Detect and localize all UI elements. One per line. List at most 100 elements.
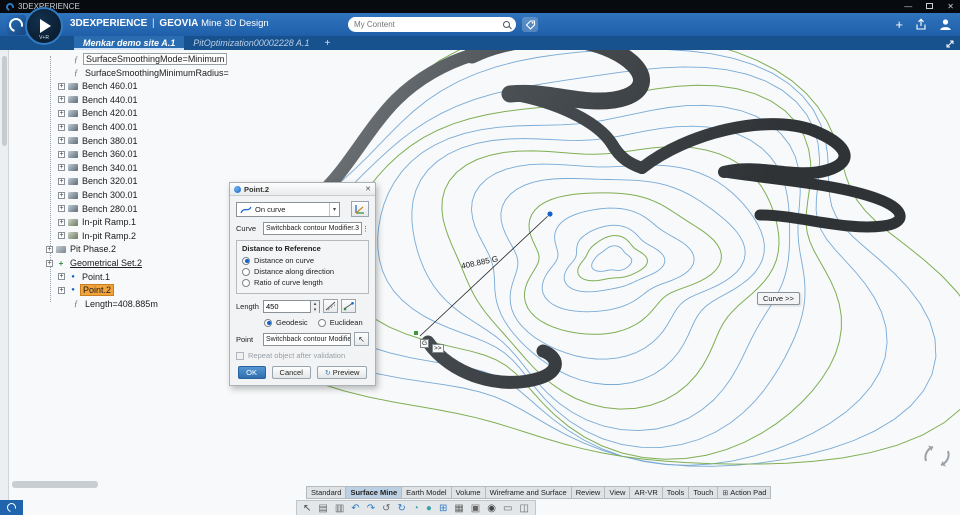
tree-item-surfacesmoothingminimumradius[interactable]: ƒ SurfaceSmoothingMinimumRadius=	[71, 67, 230, 79]
radio-ratio-of-curve-length[interactable]: Ratio of curve length	[242, 278, 363, 287]
expander-icon[interactable]: +	[58, 150, 65, 158]
workshop-tab-ar-vr[interactable]: AR-VR	[629, 486, 662, 499]
length-spinner[interactable]: ▴ ▾	[311, 299, 320, 313]
refresh-icon[interactable]: ↻	[397, 502, 405, 515]
orbit-icon[interactable]: ◔	[413, 502, 419, 515]
tab-pit-optimization[interactable]: PitOptimization00002228 A.1	[184, 36, 318, 50]
tab-menkar-demo-site[interactable]: Menkar demo site A.1	[74, 36, 185, 50]
expander-icon[interactable]: +	[58, 177, 65, 185]
table-icon[interactable]: ▦	[454, 502, 463, 515]
tree-item-bench-460-01[interactable]: + Bench 460.01	[58, 80, 139, 92]
axis-system-button[interactable]	[351, 201, 369, 217]
search-bar[interactable]	[348, 17, 516, 32]
result-point-marker[interactable]	[414, 331, 418, 335]
undo-icon[interactable]: ↶	[351, 502, 359, 515]
tree-item-bench-360-01[interactable]: + Bench 360.01	[58, 148, 139, 160]
tree-item-point-1[interactable]: + ● Point.1	[58, 271, 111, 283]
tree-item-bench-400-01[interactable]: + Bench 400.01	[58, 121, 139, 133]
workshop-tab-volume[interactable]: Volume	[450, 486, 485, 499]
preview-button[interactable]: ↻ Preview	[316, 366, 368, 379]
radio-euclidean[interactable]: Euclidean	[317, 318, 363, 327]
radio-distance-along-direction[interactable]: Distance along direction	[242, 267, 363, 276]
expander-icon[interactable]: +	[58, 137, 65, 145]
expander-icon[interactable]: +	[58, 286, 65, 294]
workshop-tab-tools[interactable]: Tools	[661, 486, 689, 499]
dialog-titlebar[interactable]: Point.2 ✕	[230, 183, 375, 196]
expander-icon[interactable]: +	[58, 191, 65, 199]
expander-icon[interactable]: +	[58, 218, 65, 226]
tree-item-geometrical-set-2[interactable]: + + Geometrical Set.2	[46, 257, 143, 269]
ok-button[interactable]: OK	[237, 366, 266, 379]
workshop-tab-view[interactable]: View	[604, 486, 630, 499]
tree-item-bench-420-01[interactable]: + Bench 420.01	[58, 107, 139, 119]
expander-icon[interactable]: +	[58, 123, 65, 131]
scrollbar-thumb[interactable]	[2, 56, 7, 146]
chevron-down-icon[interactable]: ▾	[329, 202, 339, 216]
paste-icon[interactable]: ▤	[318, 502, 327, 515]
select-point-button[interactable]: ↖	[354, 332, 369, 346]
repeat-object-option[interactable]: Repeat object after validation	[236, 351, 369, 360]
tree-item-length-408-885m[interactable]: ƒ Length=408.885m	[71, 298, 159, 310]
search-input[interactable]	[354, 20, 503, 29]
measure-between-button[interactable]	[341, 299, 356, 313]
clipboard-icon[interactable]: ▥	[335, 502, 344, 515]
expander-icon[interactable]: +	[58, 273, 65, 281]
curve-point-marker[interactable]	[546, 210, 554, 218]
point-field[interactable]: Switchback contour Modifier.3\V...	[263, 332, 351, 346]
vertical-scrollbar[interactable]	[0, 50, 9, 515]
tree-item-bench-340-01[interactable]: + Bench 340.01	[58, 162, 139, 174]
tree-item-bench-300-01[interactable]: + Bench 300.01	[58, 189, 139, 201]
select-icon[interactable]: ↖	[303, 502, 311, 515]
tree-item-bench-280-01[interactable]: + Bench 280.01	[58, 203, 139, 215]
length-input[interactable]	[263, 299, 311, 313]
minimize-button[interactable]: —	[904, 0, 912, 13]
3dexperience-compass[interactable]: V+R	[25, 7, 63, 45]
close-button[interactable]: ✕	[947, 0, 954, 13]
tree-item-in-pit-ramp-1[interactable]: + In-pit Ramp.1	[58, 216, 137, 228]
expander-icon[interactable]: +	[58, 96, 65, 104]
tree-item-point-2[interactable]: + ● Point.2	[58, 284, 115, 297]
share-button[interactable]	[915, 18, 927, 31]
workshop-tab-standard[interactable]: Standard	[306, 486, 346, 499]
spin-down-icon[interactable]: ▾	[311, 306, 319, 313]
add-content-button[interactable]: +	[895, 17, 903, 32]
expander-icon[interactable]: +	[58, 205, 65, 213]
tree-item-surfacesmoothingmode-minimum[interactable]: ƒ SurfaceSmoothingMode=Minimum	[71, 53, 228, 65]
expander-icon[interactable]: +	[58, 232, 65, 240]
workshop-tab-surface-mine[interactable]: Surface Mine	[345, 486, 402, 499]
new-tab-button[interactable]: +	[318, 36, 336, 50]
workshop-tab-review[interactable]: Review	[570, 486, 605, 499]
redo-icon[interactable]: ↷	[367, 502, 375, 515]
workshop-tab-earth-model[interactable]: Earth Model	[401, 486, 451, 499]
platform-button[interactable]	[0, 500, 23, 515]
user-avatar-icon[interactable]	[939, 18, 952, 31]
tree-item-bench-440-01[interactable]: + Bench 440.01	[58, 94, 139, 106]
tree-item-bench-320-01[interactable]: + Bench 320.01	[58, 175, 139, 187]
layers-icon[interactable]: ⊞	[439, 502, 447, 515]
expander-icon[interactable]: +	[58, 109, 65, 117]
history-icon[interactable]: ↺	[382, 502, 390, 515]
radio-distance-on-curve[interactable]: Distance on curve	[242, 256, 363, 265]
workshop-tab-wireframe-and-surface[interactable]: Wireframe and Surface	[484, 486, 571, 499]
point-type-dropdown[interactable]: On curve ▾	[236, 201, 340, 217]
tree-item-pit-phase-2[interactable]: + Pit Phase.2	[46, 243, 117, 255]
workshop-tab-touch[interactable]: Touch	[688, 486, 718, 499]
repeat-checkbox[interactable]	[236, 351, 244, 360]
expander-icon[interactable]: +	[58, 164, 65, 172]
expander-icon[interactable]: +	[46, 245, 53, 253]
search-icon[interactable]	[503, 21, 510, 28]
image-icon[interactable]: ▣	[471, 502, 480, 515]
curve-options-icon[interactable]: ⋮	[362, 225, 369, 233]
panel-icon[interactable]: ◫	[519, 502, 528, 515]
sphere-icon[interactable]: ●	[426, 502, 432, 515]
measure-item-button[interactable]	[323, 299, 338, 313]
expander-icon[interactable]: +	[58, 82, 65, 90]
screen-icon[interactable]: ▭	[503, 502, 512, 515]
camera-icon[interactable]: ◉	[487, 502, 496, 515]
workshop-tab-action-pad[interactable]: ⊞ Action Pad	[717, 486, 772, 499]
expand-viewport-button[interactable]	[944, 38, 955, 49]
expander-icon[interactable]: +	[46, 259, 53, 267]
radio-geodesic[interactable]: Geodesic	[264, 318, 308, 327]
curve-field[interactable]: Switchback contour Modifier.3	[263, 222, 362, 235]
maximize-button[interactable]	[926, 0, 934, 13]
